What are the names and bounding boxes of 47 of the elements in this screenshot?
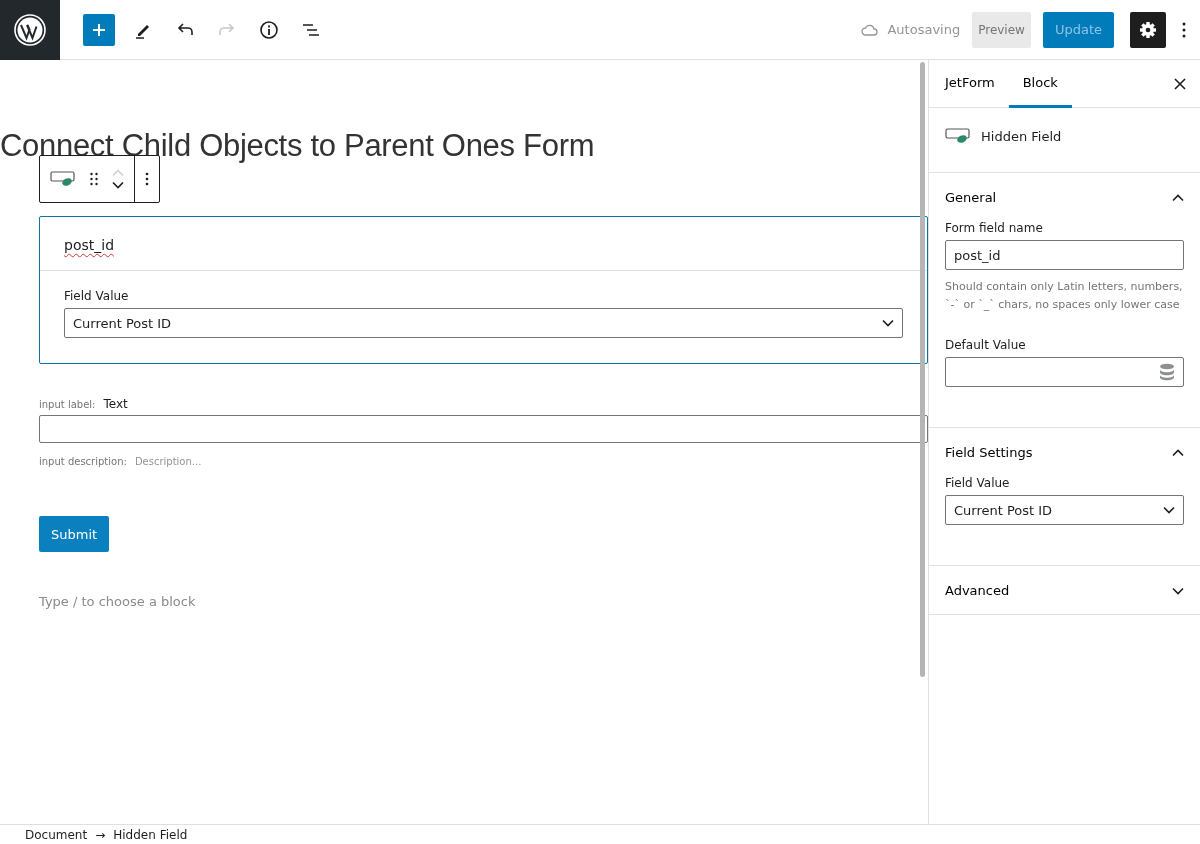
database-icon[interactable] <box>1159 363 1175 381</box>
caption: input label: <box>39 399 96 410</box>
preview-button[interactable]: Preview <box>972 11 1031 48</box>
select-dropdown[interactable]: Current Post ID <box>945 495 1184 525</box>
hidden-field-block[interactable]: post_id Field Value Current Post ID <box>39 216 928 364</box>
form-title: Connect Child Objects to Parent Ones Form <box>0 128 596 164</box>
hidden-field-icon <box>50 171 76 187</box>
panel-header[interactable]: Advanced <box>929 566 1200 614</box>
move-down-icon <box>112 181 124 189</box>
breadcrumb-item[interactable]: Document <box>25 827 88 842</box>
cloud-icon <box>861 23 880 36</box>
chevron-down-icon <box>1172 586 1184 595</box>
plus-icon <box>92 22 106 37</box>
panel-header[interactable]: Field Settings <box>929 428 1200 476</box>
chevron-up-icon <box>1172 193 1184 202</box>
autosaving-status: Autosaving <box>887 22 961 37</box>
settings-button[interactable] <box>1130 11 1166 48</box>
wordpress-logo[interactable] <box>0 0 60 60</box>
panel-header[interactable]: General <box>929 173 1200 221</box>
more-options-icon[interactable] <box>145 172 149 186</box>
sidebar-tab[interactable]: JetForm <box>931 60 1009 108</box>
chevron-down-icon <box>1163 506 1175 514</box>
add-block-button[interactable] <box>83 13 115 46</box>
field-label: Field Value <box>64 289 130 303</box>
field-label: Field Value <box>945 476 1011 490</box>
field-name: post_id <box>64 237 114 253</box>
breadcrumb-item[interactable]: Hidden Field <box>113 827 188 842</box>
caption: input description: <box>39 456 127 467</box>
text-input[interactable] <box>945 357 1184 387</box>
text-input[interactable] <box>39 415 928 443</box>
field-label[interactable]: Text <box>103 397 128 411</box>
scrollbar[interactable] <box>920 62 925 677</box>
chevron-up-icon <box>1172 448 1184 457</box>
block-appender[interactable]: Type / to choose a block <box>39 594 928 609</box>
sidebar-tab[interactable]: Block <box>1008 60 1072 108</box>
hidden-field-icon <box>945 128 971 144</box>
gear-icon <box>1139 20 1157 39</box>
breadcrumb-separator: → <box>95 827 106 842</box>
block-title: Hidden Field <box>981 128 1062 144</box>
help-text: Should contain only Latin letters, numbers, `-` or `_` chars, no spaces only lower case <box>945 279 1184 313</box>
select-dropdown[interactable]: Current Post ID <box>64 308 903 338</box>
chevron-down-icon <box>882 319 894 327</box>
text-input[interactable]: post_id <box>945 240 1184 270</box>
field-label: Default Value <box>945 338 1027 352</box>
submit-button[interactable]: Submit <box>39 516 110 552</box>
drag-handle-icon[interactable] <box>90 172 98 186</box>
field-label: Form field name <box>945 221 1044 235</box>
